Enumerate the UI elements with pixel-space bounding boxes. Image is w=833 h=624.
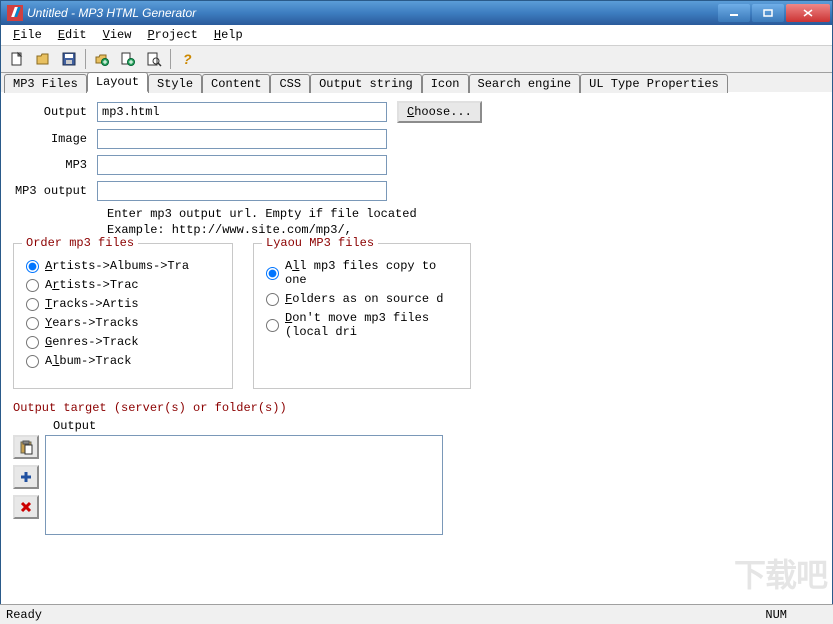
menu-edit[interactable]: Edit: [50, 26, 95, 44]
open-file-button[interactable]: [31, 48, 55, 70]
status-num: NUM: [765, 608, 787, 622]
order-radio-genres-track[interactable]: [26, 336, 39, 349]
tab-content[interactable]: Content: [202, 74, 270, 93]
titlebar: Untitled - MP3 HTML Generator: [1, 1, 832, 25]
tab-mp3files[interactable]: MP3 Files: [4, 74, 87, 93]
menu-view[interactable]: View: [95, 26, 140, 44]
help-button[interactable]: ?: [175, 48, 199, 70]
toolbar: ?: [1, 45, 832, 73]
new-file-button[interactable]: [5, 48, 29, 70]
add-file-button[interactable]: [116, 48, 140, 70]
tab-ultype[interactable]: UL Type Properties: [580, 74, 728, 93]
tab-outputstring[interactable]: Output string: [310, 74, 422, 93]
order-radio-years-tracks[interactable]: [26, 317, 39, 330]
mp3-input[interactable]: [97, 155, 387, 175]
choose-button[interactable]: Choose...: [397, 101, 482, 123]
menu-help[interactable]: Help: [206, 26, 251, 44]
lyaou-groupbox: Lyaou MP3 files All mp3 files copy to on…: [253, 243, 471, 389]
add-button[interactable]: [13, 465, 39, 489]
order-radio-tracks-artis[interactable]: [26, 298, 39, 311]
hint-line-2: Example: http://www.site.com/mp3/,: [107, 223, 820, 237]
order-group-title: Order mp3 files: [22, 236, 138, 250]
output-target-label: Output: [53, 419, 820, 433]
paste-button[interactable]: [13, 435, 39, 459]
mp3output-label: MP3 output: [13, 184, 97, 198]
close-button[interactable]: [786, 4, 830, 22]
image-label: Image: [13, 132, 97, 146]
minimize-button[interactable]: [718, 4, 750, 22]
hint-line-1: Enter mp3 output url. Empty if file loca…: [107, 207, 820, 221]
preview-button[interactable]: [142, 48, 166, 70]
output-target-listbox[interactable]: [45, 435, 443, 535]
tab-layout[interactable]: Layout: [87, 72, 148, 92]
order-groupbox: Order mp3 files Artists->Albums->Tra Art…: [13, 243, 233, 389]
lyaou-radio-folders-source[interactable]: [266, 293, 279, 306]
order-radio-artists-trac[interactable]: [26, 279, 39, 292]
order-radio-album-track[interactable]: [26, 355, 39, 368]
maximize-button[interactable]: [752, 4, 784, 22]
tabstrip: MP3 Files Layout Style Content CSS Outpu…: [1, 73, 832, 93]
app-icon: [7, 5, 23, 21]
tab-searchengine[interactable]: Search engine: [469, 74, 581, 93]
menubar: File Edit View Project Help: [1, 25, 832, 45]
window-title: Untitled - MP3 HTML Generator: [27, 6, 718, 20]
tab-style[interactable]: Style: [148, 74, 202, 93]
mp3-label: MP3: [13, 158, 97, 172]
tab-icon[interactable]: Icon: [422, 74, 469, 93]
save-button[interactable]: [57, 48, 81, 70]
lyaou-radio-dont-move[interactable]: [266, 319, 279, 332]
output-target-title: Output target (server(s) or folder(s)): [13, 401, 820, 415]
tab-css[interactable]: CSS: [270, 74, 310, 93]
status-ready: Ready: [6, 608, 765, 622]
svg-text:?: ?: [183, 51, 192, 67]
output-label: Output: [13, 105, 97, 119]
mp3output-input[interactable]: [97, 181, 387, 201]
menu-file[interactable]: File: [5, 26, 50, 44]
lyaou-group-title: Lyaou MP3 files: [262, 236, 378, 250]
delete-button[interactable]: [13, 495, 39, 519]
add-folder-button[interactable]: [90, 48, 114, 70]
image-input[interactable]: [97, 129, 387, 149]
menu-project[interactable]: Project: [139, 26, 205, 44]
lyaou-radio-copy-one[interactable]: [266, 267, 279, 280]
statusbar: Ready NUM: [0, 604, 833, 624]
output-input[interactable]: [97, 102, 387, 122]
order-radio-artists-albums-tra[interactable]: [26, 260, 39, 273]
tab-panel-layout: Output Choose... Image MP3 MP3 output En…: [1, 93, 832, 621]
